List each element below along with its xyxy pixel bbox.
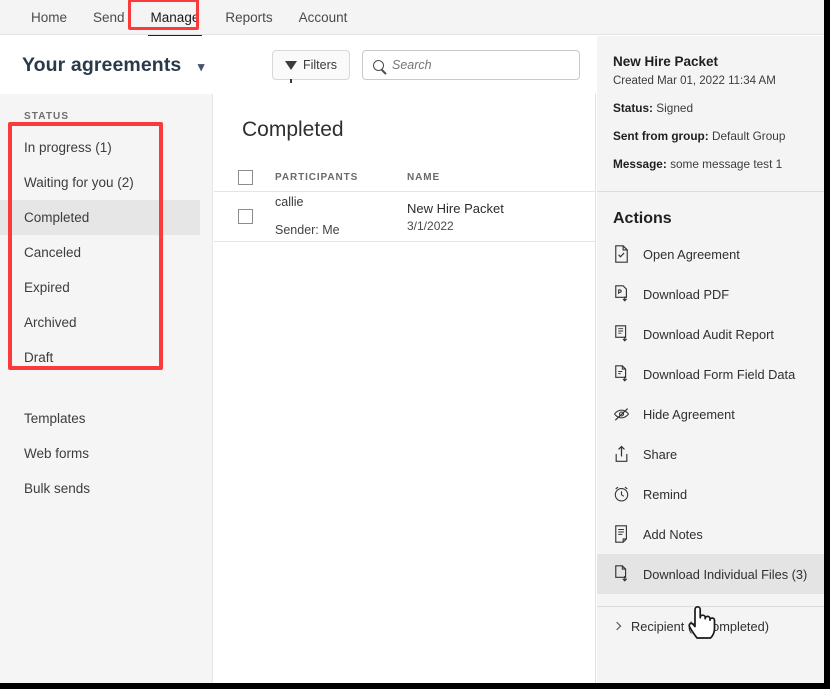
details-status: Status: Signed [613,101,824,115]
table-row[interactable]: callie Sender: Me New Hire Packet 3/1/20… [214,192,595,242]
file-download-icon [613,565,630,583]
details-created: Created Mar 01, 2022 11:34 AM [613,75,824,87]
nav-item-account[interactable]: Account [286,0,361,35]
action-label: Download Audit Report [643,327,774,342]
sidebar-item-canceled[interactable]: Canceled [0,235,212,270]
action-label: Download Form Field Data [643,367,795,382]
sidebar-item-completed[interactable]: Completed [0,200,200,235]
sidebar-status-list: In progress (1) Waiting for you (2) Comp… [0,130,212,375]
search-icon [373,60,384,71]
agreements-table: PARTICIPANTS NAME callie Sender: Me New … [214,164,595,242]
sidebar-item-templates[interactable]: Templates [0,401,212,436]
sidebar-item-web-forms[interactable]: Web forms [0,436,212,471]
action-label: Share [643,447,677,462]
nav-item-manage[interactable]: Manage [138,0,213,35]
filters-button[interactable]: Filters [272,50,350,80]
row-checkbox[interactable] [238,209,253,224]
details-status-label: Status: [613,101,653,115]
action-open-agreement[interactable]: Open Agreement [597,234,824,274]
cell-participants: callie Sender: Me [275,196,407,236]
action-label: Download Individual Files (3) [643,567,807,582]
details-message-label: Message: [613,157,667,171]
action-download-form-field-data[interactable]: Download Form Field Data [597,354,824,394]
main-content: Completed PARTICIPANTS NAME callie Sende… [214,94,596,683]
details-group-value: Default Group [712,129,785,143]
column-header-name: NAME [407,172,547,183]
details-group-label: Sent from group: [613,129,709,143]
action-label: Hide Agreement [643,407,735,422]
details-message-value: some message test 1 [670,157,782,171]
action-download-individual-files[interactable]: Download Individual Files (3) [597,554,824,594]
share-upload-icon [613,445,630,463]
chevron-right-icon [613,622,621,630]
action-add-notes[interactable]: Add Notes [597,514,824,554]
sidebar-item-waiting-for-you[interactable]: Waiting for you (2) [0,165,212,200]
nav-item-reports[interactable]: Reports [212,0,285,35]
sidebar-other-list: Templates Web forms Bulk sends [0,401,212,506]
alarm-clock-icon [613,485,630,503]
page-title[interactable]: Your agreements ▾ [22,54,205,77]
sidebar-item-bulk-sends[interactable]: Bulk sends [0,471,212,506]
chevron-down-icon[interactable]: ▾ [198,60,205,73]
column-header-participants: PARTICIPANTS [275,172,407,183]
sidebar-item-draft[interactable]: Draft [0,340,212,375]
recipient-label: Recipient (1 Completed) [631,619,769,634]
participant-name: callie [275,196,407,209]
funnel-icon [285,61,297,70]
sidebar-item-archived[interactable]: Archived [0,305,212,340]
action-download-audit-report[interactable]: Download Audit Report [597,314,824,354]
sidebar-item-expired[interactable]: Expired [0,270,212,305]
action-label: Download PDF [643,287,729,302]
action-label: Open Agreement [643,247,740,262]
eye-slash-icon [613,405,630,423]
notes-icon [613,525,630,543]
top-navigation-bar: Home Send Manage Reports Account [0,0,824,35]
details-status-value: Signed [656,101,693,115]
nav-item-manage-label: Manage [151,10,200,25]
audit-report-download-icon [613,325,630,343]
actions-heading: Actions [613,210,824,228]
app-window: Home Send Manage Reports Account Your ag… [0,0,830,689]
document-check-icon [613,245,630,263]
sidebar: STATUS In progress (1) Waiting for you (… [0,94,213,683]
details-title: New Hire Packet [613,54,824,69]
action-share[interactable]: Share [597,434,824,474]
details-divider [597,191,824,192]
action-hide-agreement[interactable]: Hide Agreement [597,394,824,434]
details-header: New Hire Packet Created Mar 01, 2022 11:… [597,36,824,185]
nav-item-home[interactable]: Home [18,0,80,35]
sidebar-divider-space [0,375,212,393]
details-message: Message: some message test 1 [613,157,824,171]
nav-item-send[interactable]: Send [80,0,138,35]
agreement-date: 3/1/2022 [407,219,547,233]
details-group: Sent from group: Default Group [613,129,824,143]
filters-button-label: Filters [303,58,337,72]
cell-name: New Hire Packet 3/1/2022 [407,201,547,233]
form-field-download-icon [613,365,630,383]
page-title-text: Your agreements [22,54,181,76]
action-label: Remind [643,487,687,502]
details-panel: New Hire Packet Created Mar 01, 2022 11:… [597,36,824,683]
action-remind[interactable]: Remind [597,474,824,514]
sidebar-section-status: STATUS [24,111,212,122]
content-heading: Completed [242,118,595,142]
table-header-row: PARTICIPANTS NAME [214,164,595,192]
recipient-expander[interactable]: Recipient (1 Completed) [597,607,824,645]
select-all-checkbox[interactable] [238,170,253,185]
action-download-pdf[interactable]: Download PDF [597,274,824,314]
search-placeholder: Search [392,58,432,72]
participant-sender: Sender: Me [275,224,407,237]
agreement-name: New Hire Packet [407,201,547,216]
action-label: Add Notes [643,527,703,542]
pdf-download-icon [613,285,630,303]
sidebar-item-in-progress[interactable]: In progress (1) [0,130,212,165]
search-input[interactable]: Search [362,50,580,80]
